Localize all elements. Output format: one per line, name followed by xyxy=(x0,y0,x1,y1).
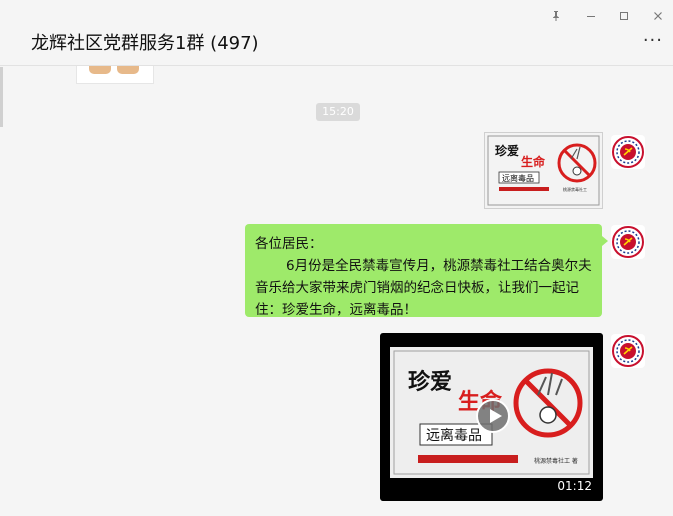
sender-avatar[interactable] xyxy=(611,225,645,259)
image-message[interactable]: 珍爱 生命 远离毒品 桃源禁毒社工 xyxy=(484,132,603,209)
message-timestamp: 15:20 xyxy=(316,103,360,121)
message-greeting: 各位居民： xyxy=(255,236,323,252)
text-message-bubble[interactable]: 各位居民： 6月份是全民禁毒宣传月，桃源禁毒社工结合奥尔夫音乐给大家带来虎门销烟… xyxy=(245,224,608,318)
video-message[interactable]: 珍爱 生命 远离毒品 桃源禁毒社工 著 01:12 xyxy=(380,333,603,501)
video-footer: 桃源禁毒社工 著 xyxy=(534,457,578,465)
chat-title: 龙辉社区党群服务1群 (497) xyxy=(31,33,259,54)
chat-window: 龙辉社区党群服务1群 (497) ··· 15:20 珍爱 生命 远离毒品 桃源… xyxy=(0,0,673,516)
video-duration: 01:12 xyxy=(557,479,592,493)
poster-title-2: 生命 xyxy=(521,154,546,169)
maximize-icon[interactable] xyxy=(617,10,631,26)
sender-avatar[interactable] xyxy=(611,334,645,368)
more-options-button[interactable]: ··· xyxy=(643,32,663,50)
title-bar: 龙辉社区党群服务1群 (497) ··· xyxy=(0,0,673,66)
previous-image-message[interactable] xyxy=(76,66,154,84)
video-title-1: 珍爱 xyxy=(408,369,452,395)
play-icon[interactable] xyxy=(476,399,510,433)
poster-stamp: 远离毒品 xyxy=(502,173,534,183)
minimize-icon[interactable] xyxy=(584,10,598,26)
message-body: 6月份是全民禁毒宣传月，桃源禁毒社工结合奥尔夫音乐给大家带来虎门销烟的纪念日快板… xyxy=(255,258,592,318)
poster-footer: 桃源禁毒社工 xyxy=(563,186,587,192)
pin-icon[interactable] xyxy=(549,10,563,26)
sender-avatar[interactable] xyxy=(611,135,645,169)
close-icon[interactable] xyxy=(651,10,665,26)
poster-title-1: 珍爱 xyxy=(495,143,519,158)
scrollbar[interactable] xyxy=(0,67,3,127)
video-stamp: 远离毒品 xyxy=(426,427,482,444)
